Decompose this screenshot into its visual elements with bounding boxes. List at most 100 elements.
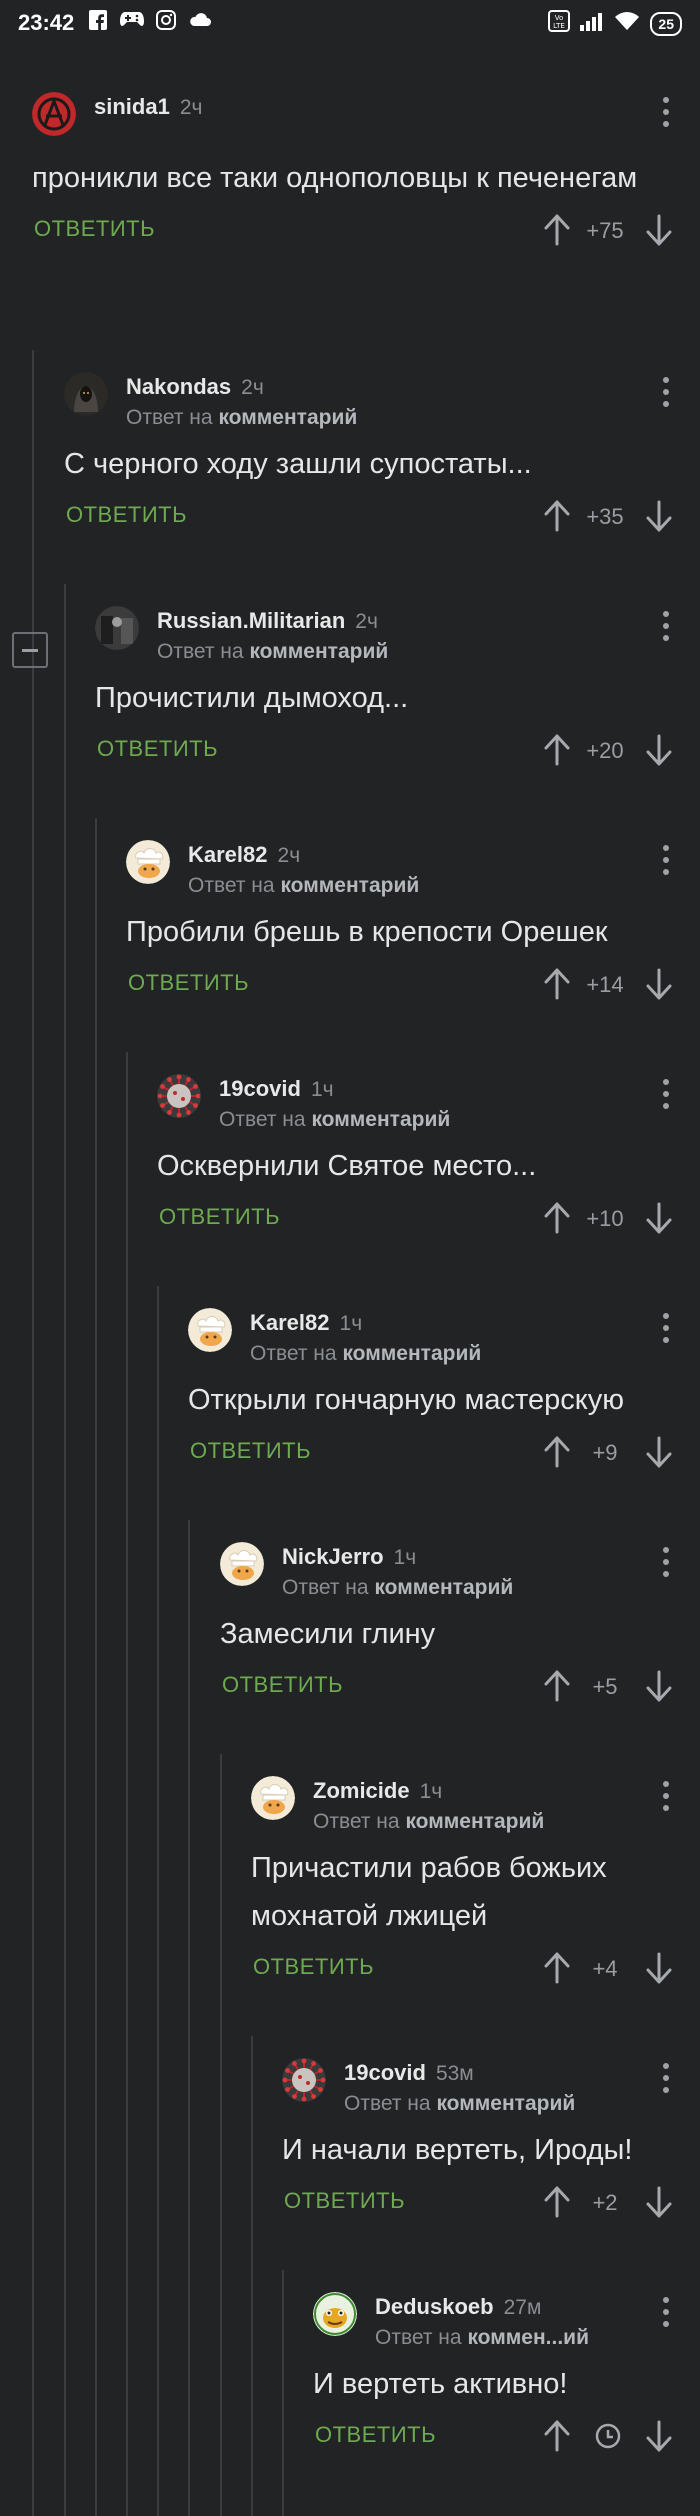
downvote-icon[interactable] [646, 2186, 672, 2218]
reply-button[interactable]: ОТВЕТИТЬ [284, 2188, 405, 2214]
upvote-icon[interactable] [544, 500, 570, 532]
reply-to-label: Ответ на комментарий [219, 1108, 450, 1132]
downvote-icon[interactable] [646, 1952, 672, 1984]
svg-text:LTE: LTE [554, 22, 566, 30]
more-options-icon[interactable] [662, 1076, 670, 1112]
more-options-icon[interactable] [662, 842, 670, 878]
hooded-figure-avatar[interactable] [64, 372, 108, 416]
reply-to-label: Ответ на комментарий [126, 406, 357, 430]
username-text[interactable]: sinida1 [94, 94, 170, 119]
cloud-icon [188, 10, 212, 36]
reply-to-link[interactable]: коммен...ий [467, 2326, 589, 2349]
frog-avatar[interactable] [313, 2292, 357, 2336]
virus-avatar[interactable] [282, 2058, 326, 2102]
downvote-icon[interactable] [646, 1202, 672, 1234]
downvote-icon[interactable] [646, 500, 672, 532]
username-text[interactable]: NickJerro [282, 1544, 384, 1569]
username-text[interactable]: Nakondas [126, 374, 231, 399]
comment-text: Прочистили дымоход... [95, 682, 409, 714]
reply-button[interactable]: ОТВЕТИТЬ [159, 1204, 280, 1230]
username[interactable]: NickJerro 1ч [282, 1544, 416, 1570]
more-options-icon[interactable] [662, 2294, 670, 2330]
comment-header: Deduskoeb 27м Ответ на коммен...ий [313, 2290, 700, 2354]
comment-actions: ОТВЕТИТЬ +10 [157, 1194, 700, 1250]
username[interactable]: Karel82 2ч [188, 842, 300, 868]
reply-button[interactable]: ОТВЕТИТЬ [315, 2422, 436, 2448]
chef-avatar[interactable] [251, 1776, 295, 1820]
reply-to-link[interactable]: комментарий [405, 1810, 544, 1833]
reply-button[interactable]: ОТВЕТИТЬ [66, 502, 187, 528]
downvote-icon[interactable] [646, 1436, 672, 1468]
chef-avatar[interactable] [220, 1542, 264, 1586]
username-text[interactable]: Deduskoeb [375, 2294, 494, 2319]
reply-to-label: Ответ на комментарий [157, 640, 388, 664]
reply-button[interactable]: ОТВЕТИТЬ [128, 970, 249, 996]
username[interactable]: Karel82 1ч [250, 1310, 362, 1336]
thread-line [220, 1754, 222, 2516]
chef-avatar[interactable] [126, 840, 170, 884]
comment-header: Zomicide 1ч Ответ на комментарий [251, 1774, 700, 1838]
upvote-icon[interactable] [544, 1202, 570, 1234]
comment-actions: ОТВЕТИТЬ +20 [95, 726, 700, 782]
reply-button[interactable]: ОТВЕТИТЬ [34, 216, 155, 242]
more-options-icon[interactable] [662, 608, 670, 644]
downvote-icon[interactable] [646, 1670, 672, 1702]
reply-button[interactable]: ОТВЕТИТЬ [222, 1672, 343, 1698]
more-options-icon[interactable] [662, 94, 670, 130]
reply-to-link[interactable]: комментарий [311, 1108, 450, 1131]
svg-text:Vo: Vo [555, 14, 564, 22]
username-text[interactable]: 19covid [219, 1076, 301, 1101]
downvote-icon[interactable] [646, 2420, 672, 2452]
chef-avatar[interactable] [188, 1308, 232, 1352]
vote-score: +4 [592, 1956, 618, 1981]
more-options-icon[interactable] [662, 1544, 670, 1580]
upvote-icon[interactable] [544, 1952, 570, 1984]
reply-button[interactable]: ОТВЕТИТЬ [190, 1438, 311, 1464]
upvote-icon[interactable] [544, 2420, 570, 2452]
username-text[interactable]: Russian.Militarian [157, 608, 345, 633]
username-text[interactable]: Karel82 [250, 1310, 330, 1335]
username-text[interactable]: Zomicide [313, 1778, 410, 1803]
reply-to-link[interactable]: комментарий [249, 640, 388, 663]
username[interactable]: 19covid 1ч [219, 1076, 334, 1102]
username[interactable]: Zomicide 1ч [313, 1778, 442, 1804]
downvote-icon[interactable] [646, 734, 672, 766]
upvote-icon[interactable] [544, 2186, 570, 2218]
reply-button[interactable]: ОТВЕТИТЬ [97, 736, 218, 762]
downvote-icon[interactable] [646, 968, 672, 1000]
reply-to-link[interactable]: комментарий [342, 1342, 481, 1365]
comment-text: проникли все таки однополовцы к печенега… [32, 162, 638, 194]
collapse-thread-button[interactable] [12, 632, 48, 668]
reply-to-link[interactable]: комментарий [436, 2092, 575, 2115]
more-options-icon[interactable] [662, 374, 670, 410]
username[interactable]: 19covid 53м [344, 2060, 474, 2086]
comment-header: 19covid 1ч Ответ на комментарий [157, 1072, 700, 1136]
username[interactable]: Russian.Militarian 2ч [157, 608, 378, 634]
upvote-icon[interactable] [544, 214, 570, 246]
reply-to-link[interactable]: комментарий [374, 1576, 513, 1599]
anarchy-icon[interactable] [32, 92, 76, 136]
reply-to-prefix: Ответ на [344, 2092, 431, 2115]
reply-to-link[interactable]: комментарий [218, 406, 357, 429]
downvote-icon[interactable] [646, 214, 672, 246]
upvote-icon[interactable] [544, 968, 570, 1000]
more-options-icon[interactable] [662, 1778, 670, 1814]
username-text[interactable]: 19covid [344, 2060, 426, 2085]
soldier-avatar[interactable] [95, 606, 139, 650]
clock-icon [594, 2422, 622, 2450]
vote-score: +20 [586, 738, 624, 763]
username[interactable]: Deduskoeb 27м [375, 2294, 541, 2320]
reply-to-label: Ответ на комментарий [313, 1810, 544, 1834]
upvote-icon[interactable] [544, 1436, 570, 1468]
more-options-icon[interactable] [662, 2060, 670, 2096]
username-text[interactable]: Karel82 [188, 842, 268, 867]
username[interactable]: Nakondas 2ч [126, 374, 264, 400]
reply-to-link[interactable]: комментарий [280, 874, 419, 897]
virus-avatar[interactable] [157, 1074, 201, 1118]
reply-button[interactable]: ОТВЕТИТЬ [253, 1954, 374, 1980]
upvote-icon[interactable] [544, 734, 570, 766]
username[interactable]: sinida1 2ч [94, 94, 202, 120]
vote-score: +35 [586, 504, 624, 529]
more-options-icon[interactable] [662, 1310, 670, 1346]
upvote-icon[interactable] [544, 1670, 570, 1702]
